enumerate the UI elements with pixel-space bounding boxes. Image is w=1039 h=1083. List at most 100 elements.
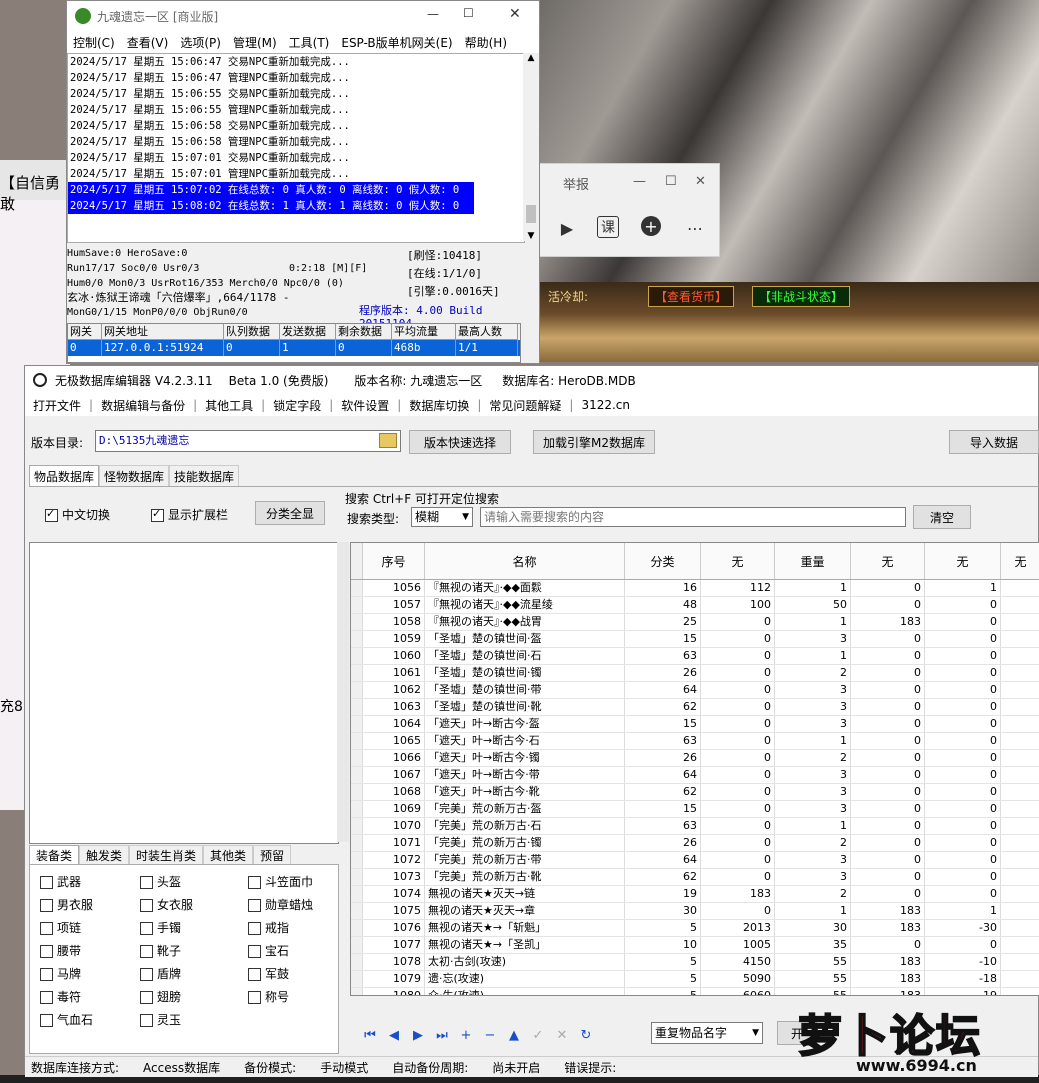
checkbox-icon[interactable] [248,876,261,889]
cat-tab-fashion[interactable]: 时装生肖类 [129,845,204,865]
menu-site-link[interactable]: 3122.cn [573,398,638,412]
cat-tab-equipment[interactable]: 装备类 [29,845,80,865]
duplicate-name-select[interactable]: 重复物品名字 ▼ [651,1022,763,1044]
cat-hat[interactable]: 斗笠面巾 [248,873,313,890]
last-record-icon[interactable]: ⏭ [431,1024,453,1046]
video-call-icon[interactable]: ▶ [555,216,579,240]
import-data-button[interactable]: 导入数据 [949,430,1039,454]
menu-edit-backup[interactable]: 数据编辑与备份 [93,397,193,414]
table-row[interactable]: 1065 「遮天」叶→断古今·石 63 0 1 0 0 [351,733,1039,750]
category-tree-panel[interactable] [29,542,339,844]
cat-helmet[interactable]: 头盔 [140,873,181,890]
table-row[interactable]: 1066 「遮天」叶→断古今·镯 26 0 2 0 0 [351,750,1039,767]
col-sent[interactable]: 发送数据 [280,324,336,340]
col-max-users[interactable]: 最高人数 [456,324,518,340]
cat-male-armor[interactable]: 男衣服 [40,896,93,913]
table-row[interactable]: 1056 『無视の诸天』·◆◆面鬏 16 112 1 0 1 [351,580,1039,597]
table-row[interactable]: 1069 「完美」荒の新万古·盔 15 0 3 0 0 [351,801,1039,818]
checkbox-icon[interactable] [248,922,261,935]
prev-record-icon[interactable]: ◀ [383,1024,405,1046]
cat-medal[interactable]: 勋章蜡烛 [248,896,313,913]
ext-toggle[interactable]: 显示扩展栏 [151,506,228,523]
cat-tab-reserved[interactable]: 预留 [253,845,292,865]
table-row[interactable]: 1080 众·生(攻速) 5 6060 55 183 -19 [351,988,1039,995]
cat-jade[interactable]: 灵玉 [140,1011,181,1028]
table-row[interactable]: 1064 「遮天」叶→断古今·盔 15 0 3 0 0 [351,716,1039,733]
cat-gem[interactable]: 宝石 [248,942,289,959]
menu-settings[interactable]: 软件设置 [333,397,397,414]
dir-input[interactable]: D:\5135九魂遗忘 [95,430,401,452]
checkbox-icon[interactable] [140,899,153,912]
checkbox-icon[interactable] [140,922,153,935]
menu-lock-fields[interactable]: 锁定字段 [265,397,329,414]
cat-female-armor[interactable]: 女衣服 [140,896,193,913]
checkbox-icon[interactable] [248,968,261,981]
cat-necklace[interactable]: 项链 [40,919,81,936]
refresh-icon[interactable]: ↻ [575,1024,597,1046]
load-m2-button[interactable]: 加载引擎M2数据库 [533,430,655,454]
table-row[interactable]: 1077 無视の诸天★→「圣凯」 10 1005 35 0 0 [351,937,1039,954]
first-record-icon[interactable]: ⏮ [359,1024,381,1046]
minimize-icon[interactable]: — [633,174,646,189]
menu-help[interactable]: 帮助(H) [465,34,507,51]
checkbox-icon[interactable] [45,507,58,522]
quick-select-button[interactable]: 版本快速选择 [409,430,511,454]
checkbox-icon[interactable] [40,991,53,1004]
folder-icon[interactable] [379,433,397,448]
tab-monsters[interactable]: 怪物数据库 [99,465,170,487]
checkbox-icon[interactable] [248,991,261,1004]
checkbox-icon[interactable] [40,876,53,889]
col-none-4[interactable]: 无 [1001,543,1039,579]
menu-view[interactable]: 查看(V) [127,34,169,51]
table-row[interactable]: 1057 『無视の诸天』·◆◆流星绫 48 100 50 0 0 [351,597,1039,614]
panel-scrollbar[interactable] [337,542,349,842]
cat-tab-other[interactable]: 其他类 [203,845,254,865]
tab-items[interactable]: 物品数据库 [29,465,100,487]
search-input[interactable]: 请输入需要搜索的内容 [480,507,906,527]
checkbox-icon[interactable] [140,968,153,981]
table-row[interactable]: 1060 「圣墟」楚の镇世间·石 63 0 1 0 0 [351,648,1039,665]
log-scrollbar[interactable]: ▲ ▼ [523,53,539,241]
checkbox-icon[interactable] [40,945,53,958]
col-gateway[interactable]: 网关 [68,324,102,340]
tab-skills[interactable]: 技能数据库 [169,465,240,487]
add-record-icon[interactable]: + [455,1024,477,1046]
col-id[interactable]: 序号 [363,543,425,579]
checkbox-icon[interactable] [140,1014,153,1027]
cat-tab-trigger[interactable]: 触发类 [79,845,130,865]
table-row[interactable]: 1072 「完美」荒の新万古·带 64 0 3 0 0 [351,852,1039,869]
table-row[interactable]: 1059 「圣墟」楚の镇世间·盔 15 0 3 0 0 [351,631,1039,648]
menu-tools[interactable]: 工具(T) [289,34,330,51]
cat-bracelet[interactable]: 手镯 [140,919,181,936]
checkbox-icon[interactable] [40,968,53,981]
maximize-icon[interactable]: ☐ [463,6,474,20]
col-traffic[interactable]: 平均流量 [392,324,456,340]
edit-record-icon[interactable]: ▲ [503,1024,525,1046]
table-row[interactable]: 0 127.0.0.1:51924 0 1 0 468b 1/1 [68,340,520,356]
col-queue[interactable]: 队列数据 [224,324,280,340]
table-row[interactable]: 1074 無视の诸天★灭天→链 19 183 2 0 0 [351,886,1039,903]
show-all-categories-button[interactable]: 分类全显 [255,501,325,525]
table-row[interactable]: 1058 『無视の诸天』·◆◆战胃 25 0 1 183 0 [351,614,1039,631]
checkbox-icon[interactable] [140,945,153,958]
table-row[interactable]: 1062 「圣墟」楚の镇世间·带 64 0 3 0 0 [351,682,1039,699]
checkbox-icon[interactable] [40,1014,53,1027]
table-row[interactable]: 1063 「圣墟」楚の镇世间·靴 62 0 3 0 0 [351,699,1039,716]
table-row[interactable]: 1076 無视の诸天★→「斩魁」 5 2013 30 183 -30 [351,920,1039,937]
table-row[interactable]: 1068 「遮天」叶→断古今·靴 62 0 3 0 0 [351,784,1039,801]
checkbox-icon[interactable] [248,945,261,958]
checkbox-icon[interactable] [40,922,53,935]
menu-faq[interactable]: 常见问题解疑 [481,397,569,414]
cat-belt[interactable]: 腰带 [40,942,81,959]
game-currency-button[interactable]: 【查看货币】 [648,286,735,307]
col-address[interactable]: 网关地址 [102,324,224,340]
close-icon[interactable]: ✕ [695,174,706,189]
menu-options[interactable]: 选项(P) [180,34,221,51]
table-row[interactable]: 1079 遗·忘(攻速) 5 5090 55 183 -18 [351,971,1039,988]
add-icon[interactable]: + [641,216,661,236]
cat-horse[interactable]: 马牌 [40,965,81,982]
server-log[interactable]: 2024/5/17 星期五 15:06:47 交易NPC重新加载完成... 20… [67,53,525,243]
items-grid[interactable]: 序号 名称 分类 无 重量 无 无 无 1056 『無视の诸天』·◆◆面鬏 16 11… [350,542,1039,996]
search-type-select[interactable]: 模糊 ▼ [411,507,473,527]
cancel-record-icon[interactable]: ✕ [551,1024,573,1046]
